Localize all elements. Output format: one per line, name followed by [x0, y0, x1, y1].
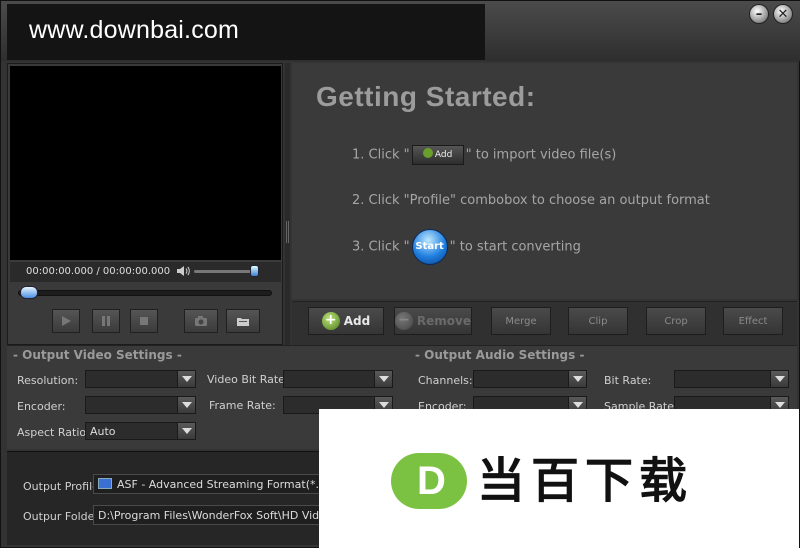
channels-combo[interactable]: [473, 370, 587, 388]
getting-started-title: Getting Started:: [316, 81, 536, 112]
minus-icon: −: [395, 312, 413, 330]
open-folder-button[interactable]: [226, 309, 260, 333]
video-preview-panel: 00:00:00.000 / 00:00:00.000: [7, 63, 283, 345]
channels-label: Channels:: [418, 374, 473, 387]
watermark-logo: D: [391, 453, 467, 509]
aspect-ratio-value: Auto: [90, 425, 116, 438]
speaker-icon[interactable]: [176, 265, 190, 277]
app-window: www.downbai.com – ✕ 00:00:00.000 / 00:00…: [0, 0, 800, 548]
step-3: 3. Click " Start " to start converting: [352, 229, 581, 265]
pause-icon: [102, 316, 110, 326]
inline-add-label: Add: [434, 150, 453, 160]
play-icon: [62, 316, 71, 326]
snapshot-button[interactable]: [184, 309, 218, 333]
merge-button[interactable]: Merge: [491, 307, 551, 335]
watermark-logo-letter: D: [417, 459, 446, 503]
inline-add-button: Add: [411, 145, 464, 165]
time-bar: 00:00:00.000 / 00:00:00.000: [10, 262, 281, 282]
chevron-down-icon[interactable]: [177, 397, 195, 413]
audio-bit-rate-combo[interactable]: [674, 370, 789, 388]
audio-bit-rate-label: Bit Rate:: [604, 374, 652, 387]
watermark-overlay: D 当百下载: [319, 409, 799, 548]
video-encoder-combo[interactable]: [85, 396, 196, 414]
crop-button[interactable]: Crop: [646, 307, 706, 335]
splitter-grip[interactable]: [286, 221, 289, 243]
watermark-banner: www.downbai.com: [7, 4, 485, 60]
step-1-pre: 1. Click ": [352, 147, 410, 163]
add-button[interactable]: + Add: [308, 307, 384, 335]
inline-start-icon: Start: [411, 229, 448, 265]
step-1-post: " to import video file(s): [465, 147, 617, 163]
output-profile-value: ASF - Advanced Streaming Format(*.asf): [117, 478, 340, 491]
watermark-logo-text: 当百下载: [477, 453, 694, 509]
resolution-label: Resolution:: [17, 374, 79, 387]
file-list-area[interactable]: Getting Started: 1. Click " Add " to impor…: [292, 63, 797, 299]
chevron-down-icon[interactable]: [177, 423, 195, 439]
add-label: Add: [343, 314, 371, 328]
camera-icon: [195, 316, 207, 326]
output-profile-label: Output Profile:: [23, 480, 103, 493]
resolution-combo[interactable]: [85, 370, 196, 388]
time-display: 00:00:00.000 / 00:00:00.000: [26, 266, 171, 277]
folder-icon: [237, 318, 249, 326]
volume-knob[interactable]: [250, 265, 259, 277]
step-2: 2. Click "Profile" combobox to choose an…: [352, 193, 710, 208]
video-settings-title: - Output Video Settings -: [13, 348, 182, 362]
stop-button[interactable]: [130, 309, 158, 333]
plus-icon: [422, 148, 433, 158]
seek-knob[interactable]: [20, 286, 38, 299]
audio-settings-title: - Output Audio Settings -: [415, 348, 585, 362]
panel-splitter[interactable]: [285, 63, 290, 345]
stop-icon: [140, 317, 148, 325]
plus-icon: +: [321, 312, 340, 330]
chevron-down-icon[interactable]: [374, 371, 392, 387]
chevron-down-icon[interactable]: [770, 371, 788, 387]
aspect-ratio-combo[interactable]: Auto: [85, 422, 196, 440]
watermark-url: www.downbai.com: [29, 16, 240, 44]
remove-label: Remove: [416, 314, 471, 328]
step-3-pre: 3. Click ": [352, 239, 410, 255]
pause-button[interactable]: [92, 309, 120, 333]
play-button[interactable]: [52, 309, 80, 333]
video-bit-rate-label: Video Bit Rate:: [207, 373, 289, 386]
effect-button[interactable]: Effect: [723, 307, 783, 335]
seek-bar[interactable]: [18, 290, 272, 296]
close-button[interactable]: ✕: [773, 4, 793, 24]
chevron-down-icon[interactable]: [177, 371, 195, 387]
edit-toolbar: + Add − Remove Merge Clip Crop Effect: [292, 301, 797, 345]
frame-rate-label: Frame Rate:: [209, 399, 276, 412]
minimize-button[interactable]: –: [749, 4, 769, 24]
video-bit-rate-combo[interactable]: [283, 370, 393, 388]
volume-slider[interactable]: [194, 270, 258, 273]
chevron-down-icon[interactable]: [568, 371, 586, 387]
title-bar[interactable]: www.downbai.com – ✕: [1, 1, 800, 61]
step-1: 1. Click " Add " to import video file(s): [352, 145, 616, 165]
output-folder-label: Outpur Folder:: [23, 510, 103, 523]
asf-format-icon: [98, 478, 112, 489]
remove-button[interactable]: − Remove: [394, 307, 472, 335]
video-screen: [10, 66, 281, 260]
clip-button[interactable]: Clip: [568, 307, 628, 335]
video-encoder-label: Encoder:: [17, 400, 66, 413]
aspect-ratio-label: Aspect Ratio:: [17, 426, 90, 439]
step-3-post: " to start converting: [449, 239, 581, 255]
